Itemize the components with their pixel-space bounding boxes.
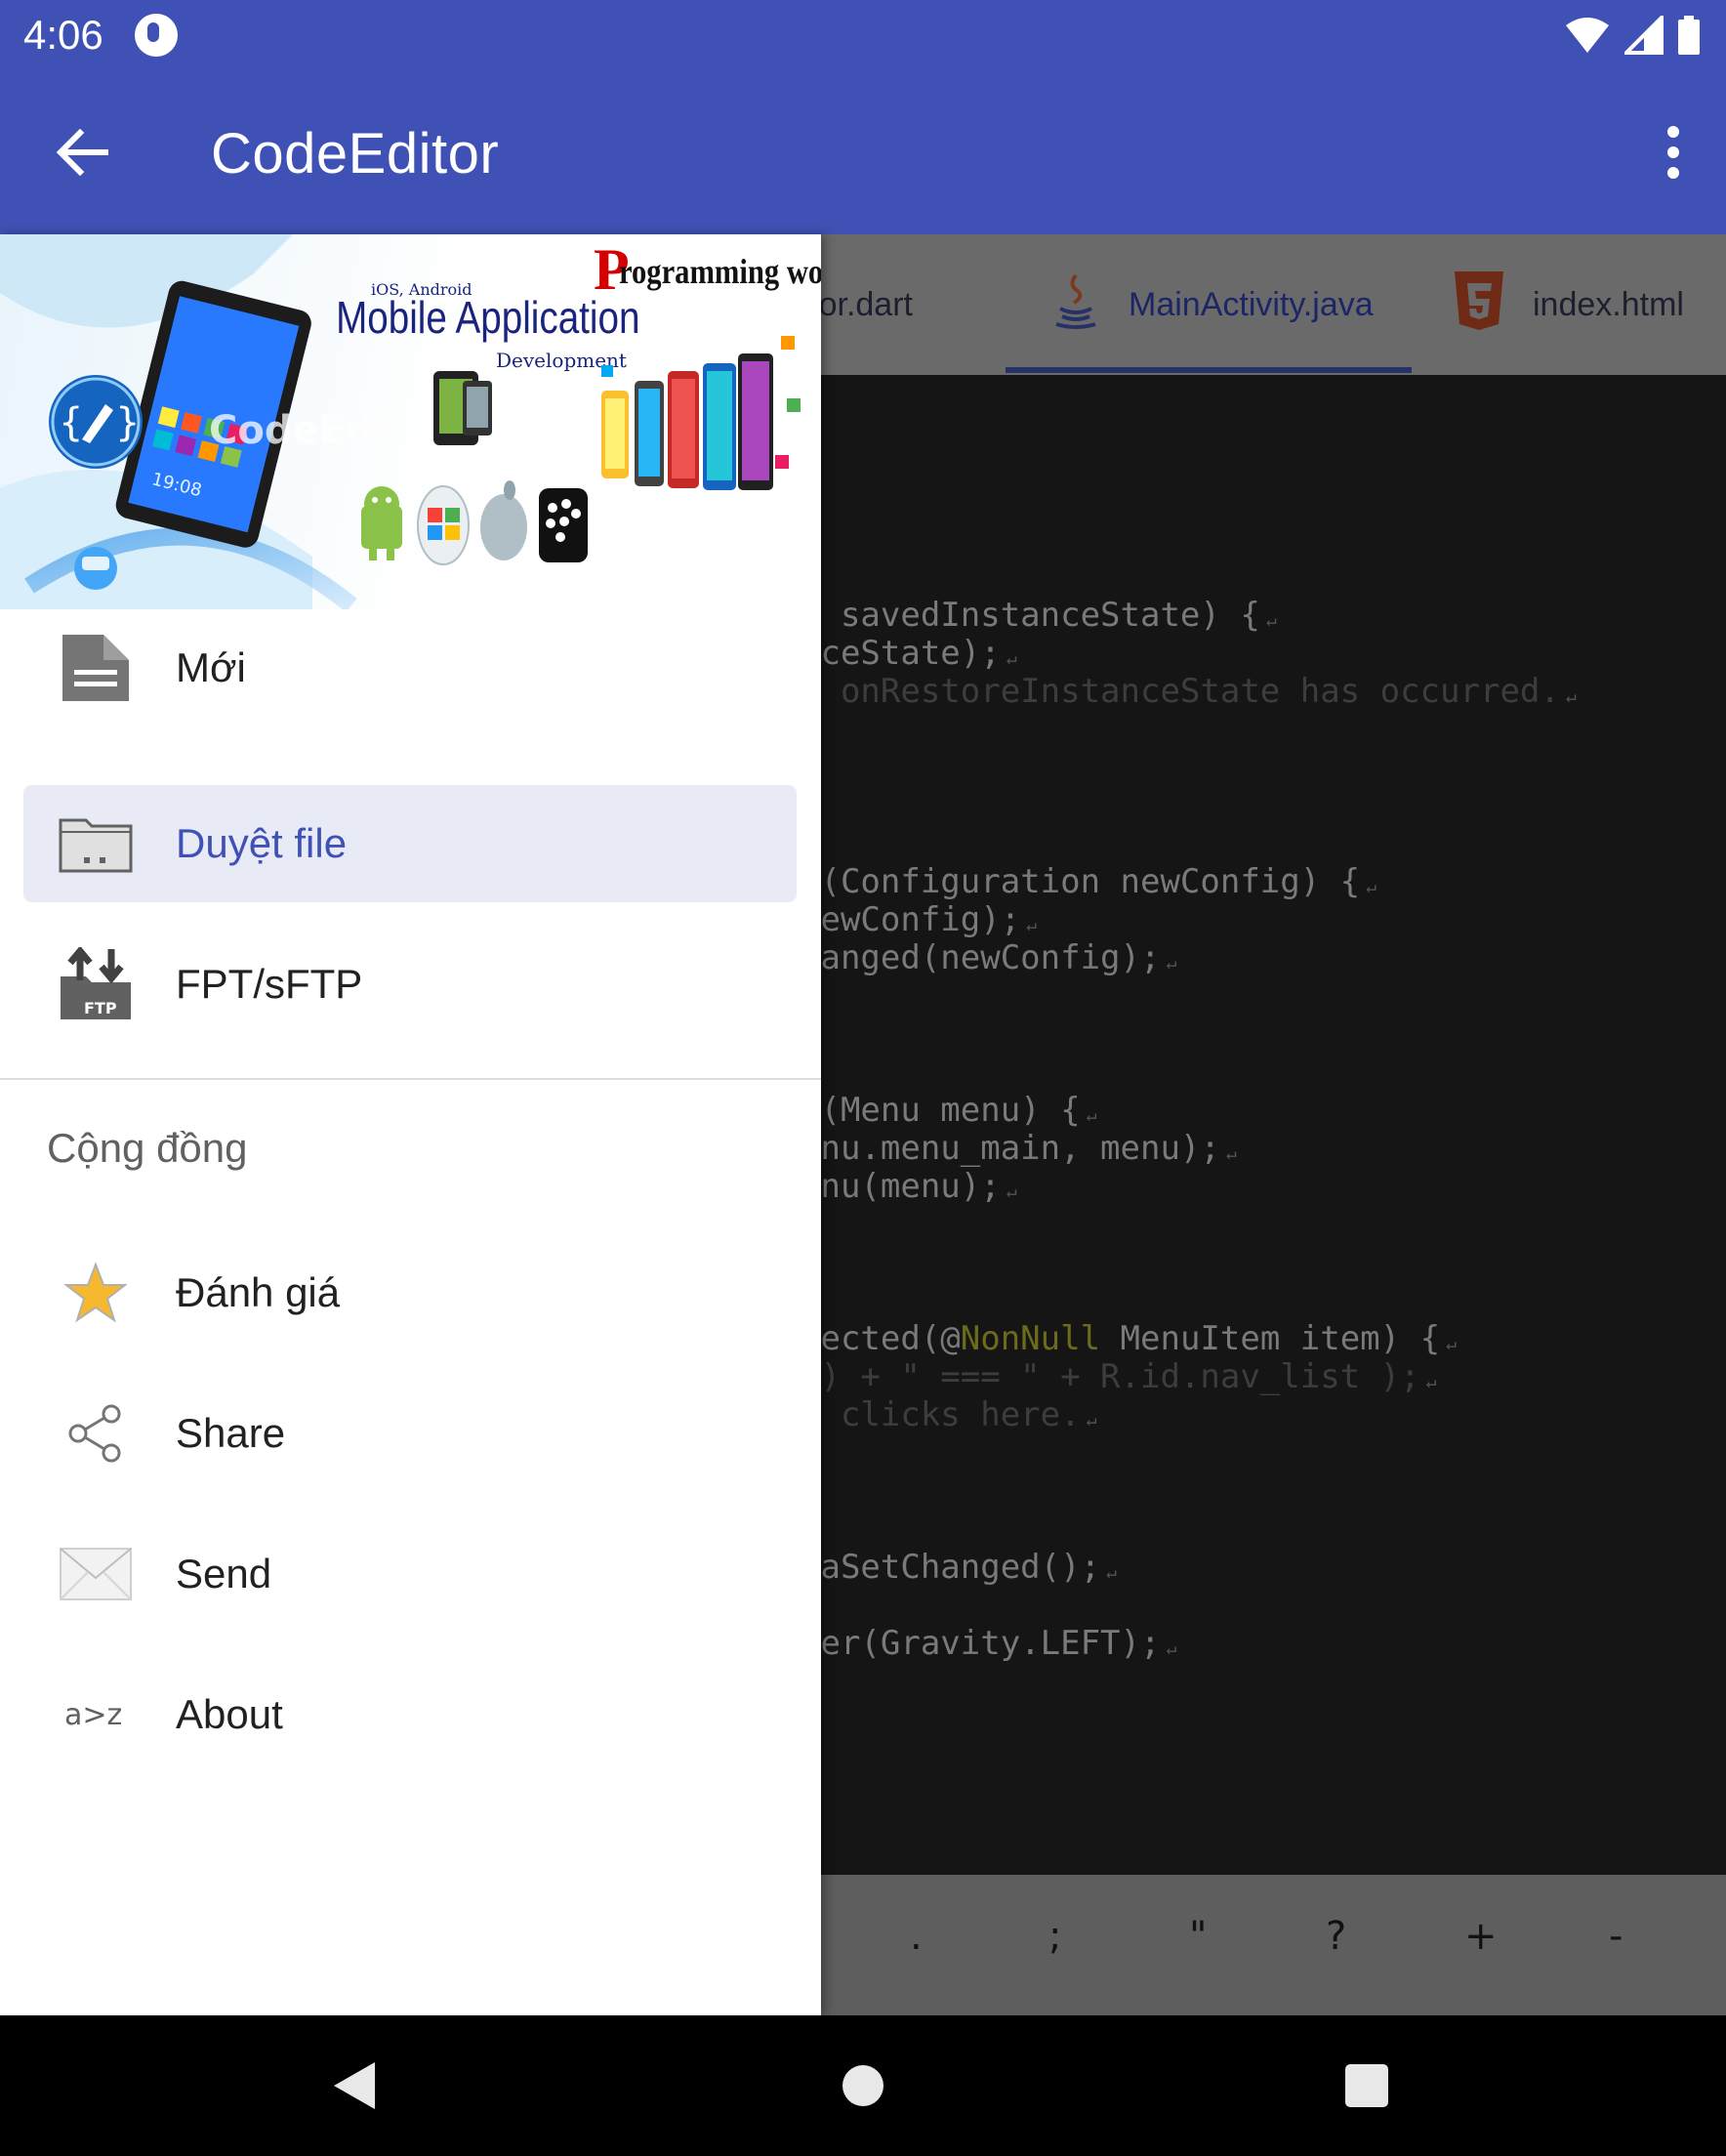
symbol-key[interactable]: - [1609,1914,1623,1959]
svg-text:}: } [115,400,140,445]
menu-item-share[interactable]: Share [23,1375,797,1492]
menu-label: Duyệt file [176,820,348,866]
html5-icon [1453,270,1505,341]
status-bar: 4:06 [0,0,1726,70]
menu-item-about[interactable]: a>z About [23,1656,797,1773]
document-icon [59,631,133,705]
wifi-icon [1566,18,1609,53]
drawer-divider [0,1078,821,1080]
tab-indicator [1006,367,1412,373]
navigation-drawer: 19:08 { } CodeEdi iOS, Android Mobile Ap… [0,234,821,2015]
nav-home-icon[interactable] [842,2065,884,2106]
java-icon [1050,271,1101,339]
status-time: 4:06 [23,12,103,58]
menu-label: FPT/sFTP [176,961,363,1007]
system-navigation-bar [0,2015,1726,2156]
code-line: taSetChanged(); ↵ [801,1548,1117,1587]
menu-item-rate[interactable]: Đánh giá [23,1234,797,1351]
app-bar: CodeEditor [0,70,1726,234]
menu-label: Send [176,1551,272,1596]
code-line: lected(@NonNull MenuItem item) {↵ [801,1319,1457,1358]
menu-item-send[interactable]: Send [23,1515,797,1633]
menu-item-ftp[interactable]: FTP FPT/sFTP [23,926,797,1043]
nav-back-icon[interactable] [332,2060,377,2111]
envelope-icon [59,1537,133,1611]
nav-recents-icon[interactable] [1345,2064,1388,2107]
back-button[interactable] [43,113,121,191]
folder-icon [59,807,133,881]
tab-label: MainActivity.java [1129,285,1374,323]
tab-mainactivity-java[interactable]: MainActivity.java [1050,234,1374,375]
svg-text:{: { [59,400,83,445]
battery-icon [1678,16,1700,55]
tab-label: index.html [1533,285,1684,323]
about-icon: a>z [59,1678,133,1752]
symbol-key[interactable]: + [1464,1914,1498,1959]
notification-app-icon [135,14,178,57]
more-vert-icon [1667,126,1679,138]
star-icon [59,1256,133,1330]
symbol-key[interactable]: ; [1048,1914,1061,1959]
arrow-back-icon [56,129,108,176]
menu-label: Share [176,1410,286,1456]
code-line: () + " === " + R.id.nav_list ); ↵ [801,1357,1437,1396]
menu-item-new[interactable]: Mới [23,609,797,726]
drawer-header-banner: 19:08 { } CodeEdi iOS, Android Mobile Ap… [0,234,821,609]
code-line: newConfig); ↵ [801,900,1038,939]
symbol-key[interactable]: ? [1326,1914,1346,1959]
cell-signal-icon [1624,16,1664,55]
svg-text:rogramming world: rogramming world [619,253,821,292]
symbol-key[interactable]: . [910,1914,923,1959]
code-line: enu(menu); ↵ [801,1167,1017,1206]
code-line: e savedInstanceState) {↵ [801,596,1277,635]
app-title: CodeEditor [211,122,500,186]
more-options-button[interactable] [1644,113,1703,191]
menu-label: About [176,1691,283,1737]
tab-index-html[interactable]: index.html [1453,234,1684,375]
code-line: enu.menu_main, menu); ↵ [801,1129,1237,1168]
symbol-key[interactable]: " [1189,1914,1207,1959]
code-line: m clicks here. ↵ [801,1395,1097,1434]
menu-label: Đánh giá [176,1269,341,1315]
code-line: r onRestoreInstanceState has occurred. ↵ [801,672,1577,711]
svg-text:FTP: FTP [84,999,117,1017]
code-line: u(Menu menu) {↵ [801,1091,1097,1130]
code-line: wer(Gravity.LEFT); ↵ [801,1624,1177,1663]
menu-label: Mới [176,644,246,690]
svg-text:CodeEdi: CodeEdi [209,408,387,453]
svg-text:a>z: a>z [64,1698,122,1732]
section-title-community: Cộng đồng [47,1125,248,1171]
status-icons [1564,14,1701,57]
code-line: d(Configuration newConfig) {↵ [801,862,1377,901]
menu-item-browse-files[interactable]: Duyệt file [23,785,797,902]
code-line: nceState); ↵ [801,634,1017,673]
code-line: hanged(newConfig); ↵ [801,938,1177,977]
banner-artwork: 19:08 { } CodeEdi iOS, Android Mobile Ap… [0,234,821,609]
ftp-icon: FTP [59,947,133,1021]
share-icon [59,1396,133,1471]
